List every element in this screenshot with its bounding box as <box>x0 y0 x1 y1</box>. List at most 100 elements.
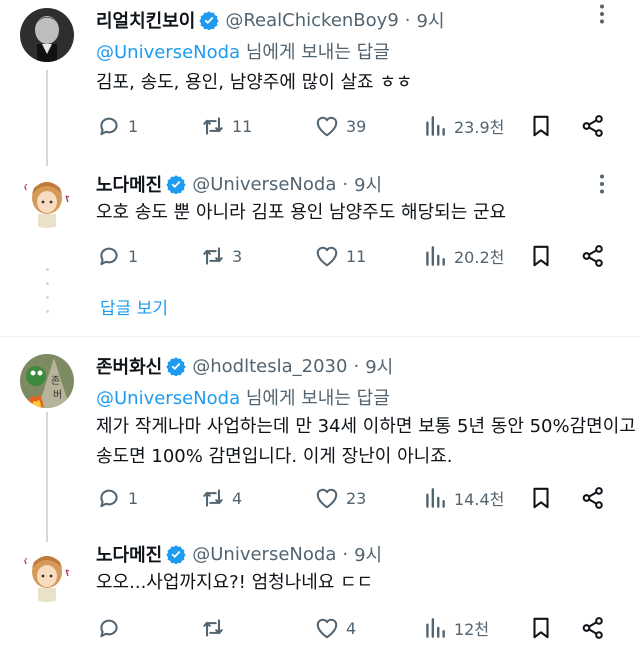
action-bar: 1 3 11 20.2천 <box>96 242 616 270</box>
thread-dot <box>46 296 49 299</box>
separator-dot: · <box>353 355 360 377</box>
tweet-1[interactable]: 리얼치킨보이 @RealChickenBoy9 · 9시 @UniverseNo… <box>0 0 640 166</box>
tweet-text-line: 송도면 100% 감면입니다. 이게 장난이 아니죠. <box>96 446 453 467</box>
thread-dot <box>46 268 49 271</box>
retweet-icon <box>203 619 223 637</box>
reply-button[interactable]: 1 <box>96 112 138 140</box>
avatar[interactable] <box>20 8 74 62</box>
analytics-icon <box>426 246 445 266</box>
action-bar: 4 12천 <box>96 614 616 642</box>
views-button[interactable]: 12천 <box>422 614 489 642</box>
retweet-count: 3 <box>232 246 243 266</box>
bookmark-icon <box>533 617 549 639</box>
share-button[interactable] <box>580 484 606 512</box>
share-icon <box>582 487 603 509</box>
bookmark-icon <box>533 115 549 137</box>
reply-context-text: 님에게 보내는 답글 <box>240 388 390 409</box>
reply-count: 1 <box>128 116 139 136</box>
retweet-icon <box>203 489 223 507</box>
author-handle[interactable]: @UniverseNoda <box>192 544 336 565</box>
tweet-header: 노다메진 @UniverseNoda · 9시 <box>96 540 382 568</box>
heart-icon <box>316 246 338 267</box>
author-name[interactable]: 노다메진 <box>96 541 162 567</box>
author-handle[interactable]: @RealChickenBoy9 <box>225 10 398 31</box>
tweet-text-line: 오오...사업까지요?! 엄청나네요 ㄷㄷ <box>96 572 374 593</box>
retweet-button[interactable]: 3 <box>200 242 242 270</box>
share-button[interactable] <box>580 614 606 642</box>
like-button[interactable]: 39 <box>314 112 366 140</box>
views-button[interactable]: 20.2천 <box>422 242 504 270</box>
divider <box>0 336 640 337</box>
like-count: 39 <box>346 116 367 136</box>
reply-context: @UniverseNoda 님에게 보내는 답글 <box>96 38 390 64</box>
avatar[interactable]: 존 버 <box>20 354 74 408</box>
view-count: 23.9천 <box>454 118 505 137</box>
author-name[interactable]: 존버화신 <box>96 353 162 379</box>
retweet-button[interactable]: 4 <box>200 484 242 512</box>
analytics-icon <box>426 618 445 638</box>
timestamp[interactable]: 9시 <box>417 7 445 33</box>
author-handle[interactable]: @UniverseNoda <box>192 174 336 195</box>
share-button[interactable] <box>580 242 606 270</box>
tweet-text-line: 김포, 송도, 용인, 남양주에 많이 살죠 ㅎㅎ <box>96 72 413 93</box>
view-count: 14.4천 <box>454 490 505 509</box>
retweet-count: 4 <box>232 488 243 508</box>
thread-dot <box>46 310 49 313</box>
avatar[interactable] <box>20 174 74 228</box>
more-options-icon[interactable] <box>590 172 614 196</box>
reply-button[interactable]: 1 <box>96 484 138 512</box>
bookmark-button[interactable] <box>528 112 554 140</box>
retweet-icon <box>203 247 223 265</box>
tweet-2[interactable]: 노다메진 @UniverseNoda · 9시 오호 송도 뿐 아니라 김포 용… <box>0 166 640 286</box>
tweet-text-line: 오호 송도 뿐 아니라 김포 용인 남양주도 해당되는 군요 <box>96 202 507 223</box>
mention-link[interactable]: @UniverseNoda <box>96 388 240 409</box>
action-bar: 1 11 39 23.9천 <box>96 112 616 140</box>
timestamp[interactable]: 9시 <box>365 353 393 379</box>
tweet-header: 존버화신 @hodltesla_2030 · 9시 <box>96 352 393 380</box>
verified-badge-icon <box>166 357 186 376</box>
show-replies-link[interactable]: 답글 보기 <box>100 294 168 319</box>
retweet-count: 11 <box>232 116 253 136</box>
like-button[interactable]: 4 <box>314 614 356 642</box>
separator-dot: · <box>342 173 349 195</box>
reply-button[interactable] <box>96 614 128 642</box>
bookmark-button[interactable] <box>528 484 554 512</box>
share-button[interactable] <box>580 112 606 140</box>
retweet-button[interactable] <box>200 614 232 642</box>
author-name[interactable]: 리얼치킨보이 <box>96 7 195 33</box>
tweet-text: 제가 작게나마 사업하는데 만 34세 이하면 보통 5년 동안 50%감면이고… <box>96 412 636 472</box>
action-bar: 1 4 23 14.4천 <box>96 484 616 512</box>
avatar[interactable] <box>20 548 74 602</box>
tweet-text: 김포, 송도, 용인, 남양주에 많이 살죠 ㅎㅎ <box>96 68 412 98</box>
views-button[interactable]: 23.9천 <box>422 112 504 140</box>
timestamp[interactable]: 9시 <box>354 171 382 197</box>
verified-badge-icon <box>199 11 220 30</box>
like-button[interactable]: 23 <box>314 484 366 512</box>
retweet-button[interactable]: 11 <box>200 112 252 140</box>
views-button[interactable]: 14.4천 <box>422 484 504 512</box>
bookmark-button[interactable] <box>528 242 554 270</box>
analytics-icon <box>426 488 445 508</box>
reply-button[interactable]: 1 <box>96 242 138 270</box>
timestamp[interactable]: 9시 <box>354 541 382 567</box>
more-options-icon[interactable] <box>590 2 614 26</box>
heart-icon <box>316 488 338 509</box>
verified-badge-icon <box>166 175 186 194</box>
share-icon <box>582 617 603 639</box>
like-count: 11 <box>346 246 367 266</box>
verified-badge-icon <box>166 545 186 564</box>
author-handle[interactable]: @hodltesla_2030 <box>192 356 347 377</box>
like-button[interactable]: 11 <box>314 242 366 270</box>
author-name[interactable]: 노다메진 <box>96 171 162 197</box>
bookmark-icon <box>533 487 549 509</box>
thread-line <box>46 412 48 542</box>
thread-line <box>46 70 48 166</box>
heart-icon <box>316 116 338 137</box>
view-count: 20.2천 <box>454 248 505 267</box>
tweet-4[interactable]: 노다메진 @UniverseNoda · 9시 오오...사업까지요?! 엄청나… <box>0 540 640 653</box>
bookmark-button[interactable] <box>528 614 554 642</box>
separator-dot: · <box>404 9 411 31</box>
tweet-3[interactable]: 존 버 존버화신 @hodltesla_2030 · 9시 @UniverseN… <box>0 350 640 542</box>
mention-link[interactable]: @UniverseNoda <box>96 42 240 63</box>
reply-count: 1 <box>128 246 139 266</box>
